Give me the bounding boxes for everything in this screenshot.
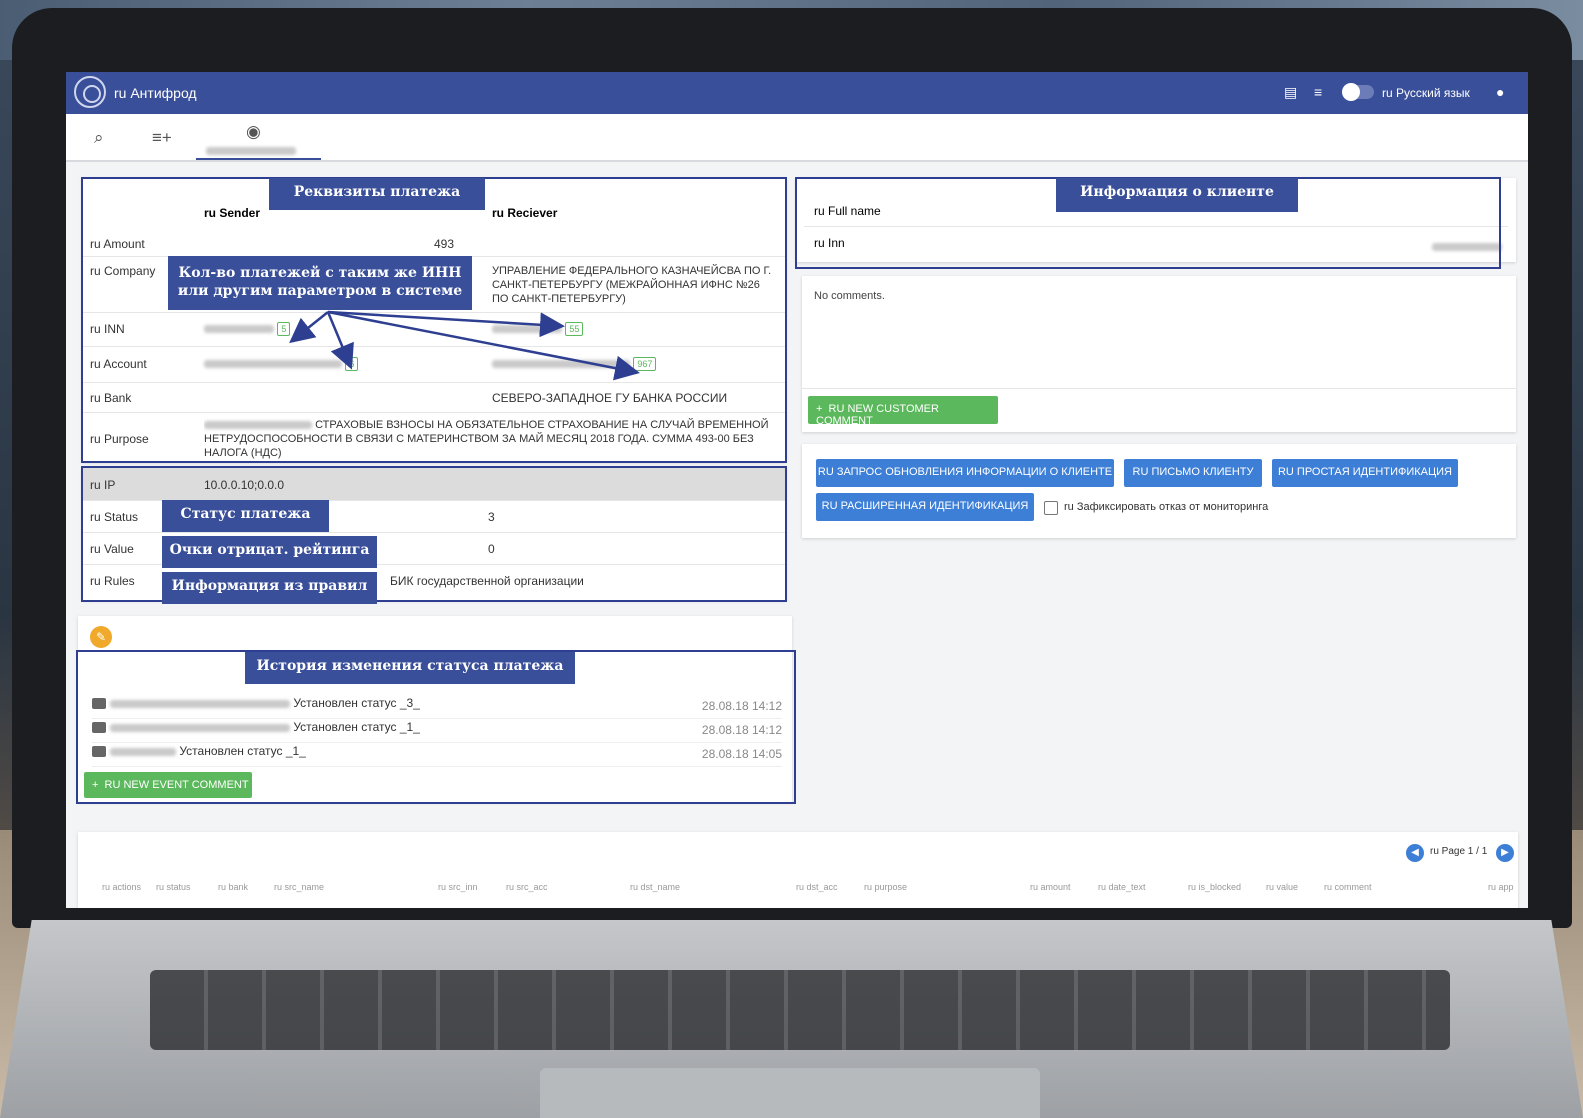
arrow-sender-account — [326, 311, 354, 370]
arrow-sender-inn — [289, 311, 329, 344]
annotation-arrows — [289, 310, 640, 381]
